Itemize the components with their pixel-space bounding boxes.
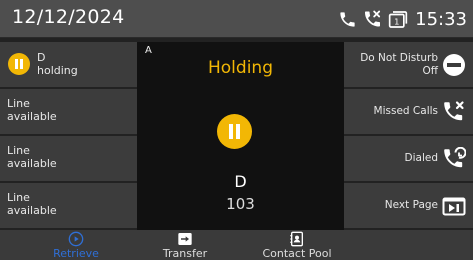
softkey-bar: Retrieve Transfer Contact Pool (0, 230, 473, 260)
do-not-disturb-icon (443, 54, 465, 76)
line-key-label: Line available (7, 191, 57, 217)
function-key-label: Dialed (404, 152, 438, 164)
softkey-label: Contact Pool (262, 247, 332, 260)
hold-badge-icon (8, 53, 30, 75)
missed-calls-icon (444, 101, 464, 121)
clock-display: 15:33 (415, 8, 467, 30)
call-panel: A Holding D 103 (137, 42, 344, 230)
line-key-2[interactable]: Line available (0, 89, 137, 134)
softkey-label: Retrieve (53, 247, 99, 260)
line-key-label: D holding (37, 51, 78, 77)
account-label: A (145, 45, 152, 56)
contact-pool-softkey[interactable]: Contact Pool (254, 230, 340, 260)
date-display: 12/12/2024 (12, 6, 125, 28)
function-key-label: Do Not Disturb Off (360, 51, 438, 77)
line-key-label: Line available (7, 97, 57, 123)
dialed-icon (444, 147, 466, 168)
retrieve-softkey[interactable]: Retrieve (40, 230, 112, 260)
dialed-key[interactable]: Dialed (344, 136, 473, 181)
next-page-key[interactable]: Next Page (344, 183, 473, 228)
contact-number: 103 (226, 195, 255, 213)
contact-name: D (234, 172, 247, 191)
softkey-label: Transfer (162, 247, 208, 260)
function-key-column: Do Not Disturb Off Missed Calls Dialed N… (344, 42, 473, 230)
function-key-label: Next Page (384, 199, 438, 211)
missed-calls-key[interactable]: Missed Calls (344, 89, 473, 134)
do-not-disturb-key[interactable]: Do Not Disturb Off (344, 42, 473, 87)
line-key-column: D holding Line available Line available … (0, 42, 137, 230)
status-bar: 12/12/2024 1 15:33 (0, 0, 473, 38)
line-key-4[interactable]: Line available (0, 183, 137, 228)
function-key-label: Missed Calls (373, 105, 438, 117)
hold-icon (217, 114, 252, 149)
voicemail-icon: 1 (388, 10, 408, 28)
status-icons: 1 15:33 (338, 8, 467, 30)
transfer-icon (178, 233, 192, 245)
line-key-1[interactable]: D holding (0, 42, 137, 87)
phone-icon (340, 11, 355, 27)
missed-call-icon (365, 10, 381, 27)
play-circle-icon (68, 231, 84, 247)
transfer-softkey[interactable]: Transfer (150, 230, 220, 260)
next-page-icon (442, 197, 466, 216)
phone-screen: 12/12/2024 1 15:33 D holding Line availa… (0, 0, 473, 260)
line-key-label: Line available (7, 144, 57, 170)
contacts-icon (290, 231, 303, 247)
line-key-3[interactable]: Line available (0, 136, 137, 181)
voicemail-count: 1 (394, 16, 399, 26)
call-status: Holding (208, 58, 273, 78)
